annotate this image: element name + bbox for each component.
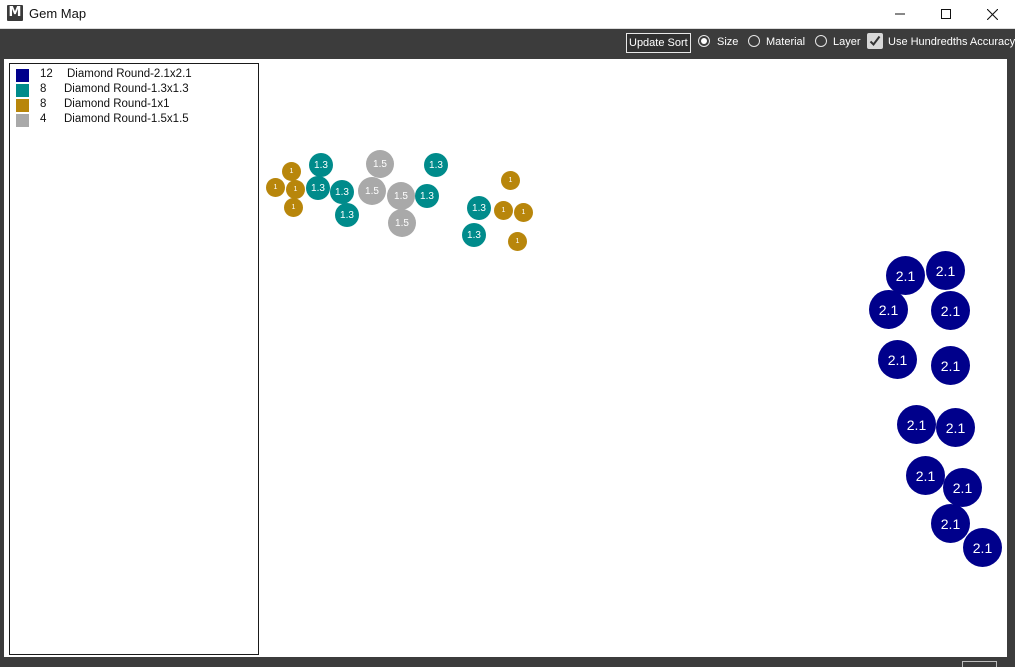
gem-2-1[interactable]: 2.1 — [897, 405, 936, 444]
gem-label: 1.5 — [365, 185, 379, 197]
legend-name: Diamond Round-1.3x1.3 — [64, 83, 189, 95]
gem-2-1[interactable]: 2.1 — [926, 251, 965, 290]
close-button[interactable] — [969, 0, 1015, 28]
sort-layer-label[interactable]: Layer — [833, 36, 861, 48]
gem-1-3[interactable]: 1.3 — [306, 176, 330, 200]
gem-label: 2.1 — [887, 351, 908, 368]
gem-label: 1 — [501, 207, 506, 214]
title-bar: M Gem Map — [0, 0, 1015, 29]
gem-2-1[interactable]: 2.1 — [878, 340, 917, 379]
gem-1-3[interactable]: 1.3 — [462, 223, 486, 247]
gem-2-1[interactable]: 2.1 — [931, 504, 970, 543]
gem-2-1[interactable]: 2.1 — [886, 256, 925, 295]
hundredths-label[interactable]: Use Hundredths Accuracy — [888, 36, 1015, 48]
gem-1[interactable]: 1 — [286, 180, 305, 199]
gem-2-1[interactable]: 2.1 — [931, 346, 970, 385]
gem-label: 2.1 — [915, 467, 936, 484]
sort-material-label[interactable]: Material — [766, 36, 805, 48]
gem-1-3[interactable]: 1.3 — [467, 196, 491, 220]
gem-label: 1.3 — [314, 159, 328, 171]
legend-swatch — [16, 69, 29, 82]
gem-label: 1.3 — [335, 186, 349, 198]
gem-1-5[interactable]: 1.5 — [388, 209, 416, 237]
gem-label: 2.1 — [952, 479, 973, 496]
legend-count: 8 — [40, 83, 47, 95]
gem-label: 2.1 — [945, 419, 966, 436]
gem-label: 1.3 — [340, 209, 354, 221]
gem-2-1[interactable]: 2.1 — [931, 291, 970, 330]
gem-1-3[interactable]: 1.3 — [424, 153, 448, 177]
gem-label: 1.3 — [311, 182, 325, 194]
gem-1-5[interactable]: 1.5 — [387, 182, 415, 210]
gem-label: 2.1 — [895, 267, 916, 284]
gem-1-5[interactable]: 1.5 — [366, 150, 394, 178]
gem-1-5[interactable]: 1.5 — [358, 177, 386, 205]
status-bar-button[interactable] — [962, 661, 997, 667]
legend-name: Diamond Round-1x1 — [64, 98, 170, 110]
sort-layer-radio[interactable] — [815, 35, 827, 47]
gem-label: 1 — [508, 177, 513, 184]
gem-1-3[interactable]: 1.3 — [415, 184, 439, 208]
gem-label: 1 — [291, 204, 296, 211]
legend-swatch — [16, 99, 29, 112]
legend-name: Diamond Round-1.5x1.5 — [64, 113, 189, 125]
gem-1[interactable]: 1 — [494, 201, 513, 220]
sort-material-radio[interactable] — [748, 35, 760, 47]
gem-1-3[interactable]: 1.3 — [309, 153, 333, 177]
sort-size-radio[interactable] — [698, 35, 710, 47]
hundredths-checkbox[interactable] — [867, 33, 883, 49]
legend-count: 8 — [40, 98, 47, 110]
gem-label: 1 — [293, 186, 298, 193]
gem-1[interactable]: 1 — [508, 232, 527, 251]
maximize-icon — [941, 9, 951, 19]
gem-1[interactable]: 1 — [282, 162, 301, 181]
toolbar: Update Sort Size Material Layer Use Hund… — [0, 29, 1015, 59]
legend-count: 4 — [40, 113, 47, 125]
gem-1[interactable]: 1 — [514, 203, 533, 222]
gem-label: 2.1 — [940, 515, 961, 532]
minimize-icon — [895, 13, 905, 15]
close-icon — [986, 8, 998, 20]
sort-size-label[interactable]: Size — [717, 36, 738, 48]
gem-label: 2.1 — [972, 539, 993, 556]
gem-label: 1.3 — [420, 190, 434, 202]
gem-2-1[interactable]: 2.1 — [869, 290, 908, 329]
gem-label: 2.1 — [940, 357, 961, 374]
minimize-button[interactable] — [877, 0, 923, 28]
checkmark-icon — [869, 35, 881, 47]
gem-label: 2.1 — [906, 416, 927, 433]
gem-label: 1 — [515, 238, 520, 245]
gem-label: 1.3 — [429, 159, 443, 171]
window-title: Gem Map — [29, 6, 87, 21]
legend-name: Diamond Round-2.1x2.1 — [67, 68, 192, 80]
gem-1-3[interactable]: 1.3 — [335, 203, 359, 227]
gem-2-1[interactable]: 2.1 — [963, 528, 1002, 567]
gem-label: 1 — [273, 184, 278, 191]
app-logo-icon: M — [7, 5, 23, 21]
gem-label: 1 — [289, 168, 294, 175]
gem-1-3[interactable]: 1.3 — [330, 180, 354, 204]
gem-label: 2.1 — [940, 302, 961, 319]
legend-swatch — [16, 114, 29, 127]
gem-label: 1.5 — [395, 217, 409, 229]
gem-1[interactable]: 1 — [266, 178, 285, 197]
gem-label: 1.5 — [373, 158, 387, 170]
update-sort-button[interactable]: Update Sort — [626, 33, 691, 53]
gem-2-1[interactable]: 2.1 — [936, 408, 975, 447]
gem-2-1[interactable]: 2.1 — [943, 468, 982, 507]
gem-label: 2.1 — [878, 301, 899, 318]
gem-label: 1.3 — [472, 202, 486, 214]
gem-label: 2.1 — [935, 262, 956, 279]
gem-1[interactable]: 1 — [284, 198, 303, 217]
gem-2-1[interactable]: 2.1 — [906, 456, 945, 495]
gem-label: 1 — [521, 209, 526, 216]
gem-1[interactable]: 1 — [501, 171, 520, 190]
maximize-button[interactable] — [923, 0, 969, 28]
legend-swatch — [16, 84, 29, 97]
gem-label: 1.5 — [394, 190, 408, 202]
legend-count: 12 — [40, 68, 53, 80]
gem-label: 1.3 — [467, 229, 481, 241]
legend-panel: 12 Diamond Round-2.1x2.1 8 Diamond Round… — [9, 63, 259, 655]
